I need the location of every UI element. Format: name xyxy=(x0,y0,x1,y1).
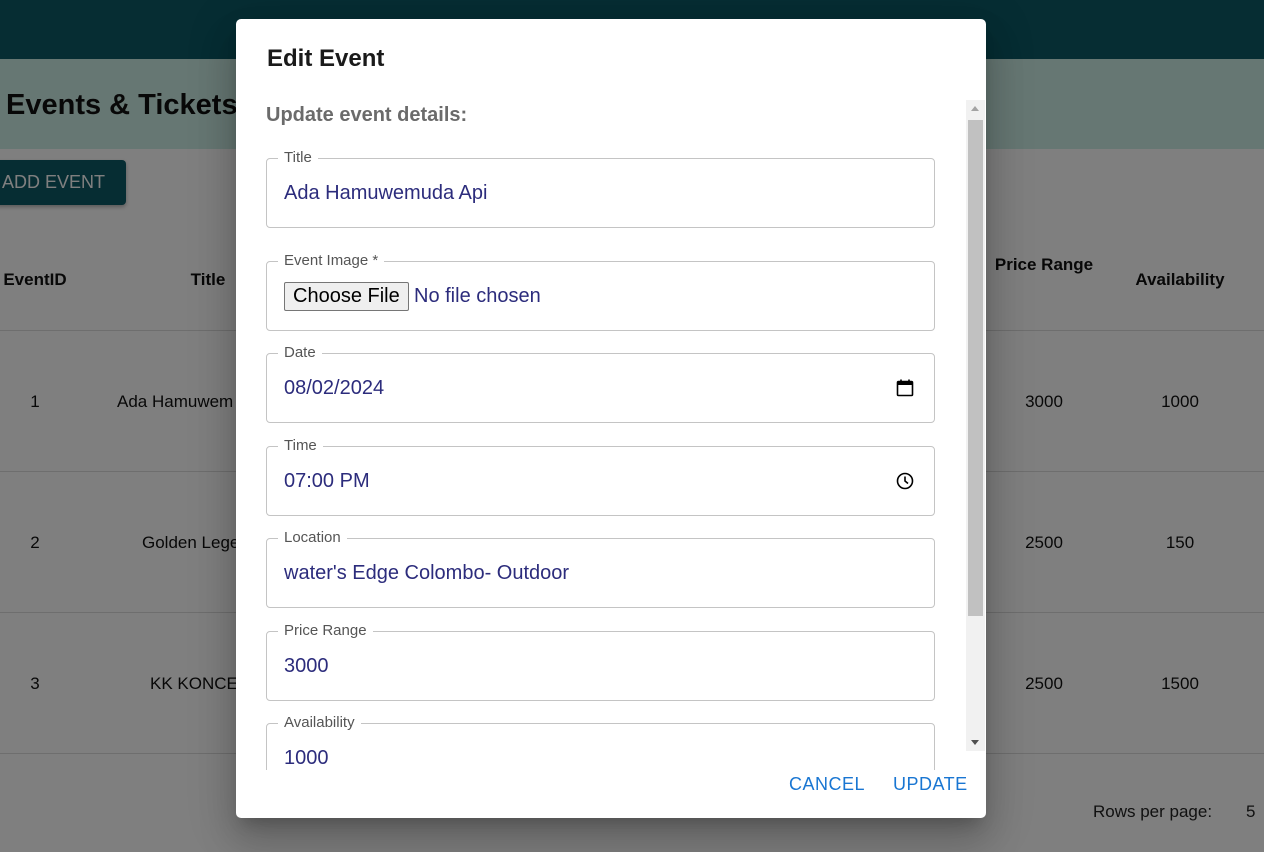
price-range-input[interactable]: 3000 xyxy=(284,655,329,678)
availability-label: Availability xyxy=(278,714,361,732)
time-field[interactable]: Time 07:00 PM xyxy=(266,437,935,516)
event-image-field[interactable]: Event Image * Choose File No file chosen xyxy=(266,252,935,331)
calendar-icon[interactable] xyxy=(895,378,915,398)
update-button[interactable]: UPDATE xyxy=(893,774,968,795)
dialog-content: Update event details: Title Ada Hamuwemu… xyxy=(236,100,986,770)
clock-icon[interactable] xyxy=(895,471,915,491)
dialog-scrollbar[interactable] xyxy=(966,100,985,751)
dialog-content-text: Update event details: xyxy=(266,104,468,126)
title-field[interactable]: Title Ada Hamuwemuda Api xyxy=(266,149,935,228)
date-input[interactable]: 08/02/2024 xyxy=(284,377,384,400)
price-range-field[interactable]: Price Range 3000 xyxy=(266,622,935,701)
availability-field[interactable]: Availability 1000 xyxy=(266,714,935,770)
price-range-label: Price Range xyxy=(278,622,373,640)
edit-event-dialog: Edit Event Update event details: Title A… xyxy=(236,19,986,818)
cancel-button[interactable]: CANCEL xyxy=(789,774,865,795)
event-image-label: Event Image * xyxy=(278,252,385,270)
scroll-down-icon[interactable] xyxy=(971,740,979,745)
date-field[interactable]: Date 08/02/2024 xyxy=(266,344,935,423)
dialog-title: Edit Event xyxy=(267,45,385,72)
scroll-up-icon[interactable] xyxy=(971,106,979,111)
location-label: Location xyxy=(278,529,347,547)
date-label: Date xyxy=(278,344,322,362)
file-status: No file chosen xyxy=(414,285,541,307)
time-input[interactable]: 07:00 PM xyxy=(284,470,370,493)
location-input[interactable]: water's Edge Colombo- Outdoor xyxy=(284,562,569,585)
scrollbar-thumb[interactable] xyxy=(968,120,983,616)
title-label: Title xyxy=(278,149,318,167)
location-field[interactable]: Location water's Edge Colombo- Outdoor xyxy=(266,529,935,608)
time-label: Time xyxy=(278,437,323,455)
title-input[interactable]: Ada Hamuwemuda Api xyxy=(284,182,487,205)
choose-file-button[interactable]: Choose File xyxy=(284,282,409,311)
availability-input[interactable]: 1000 xyxy=(284,747,329,770)
